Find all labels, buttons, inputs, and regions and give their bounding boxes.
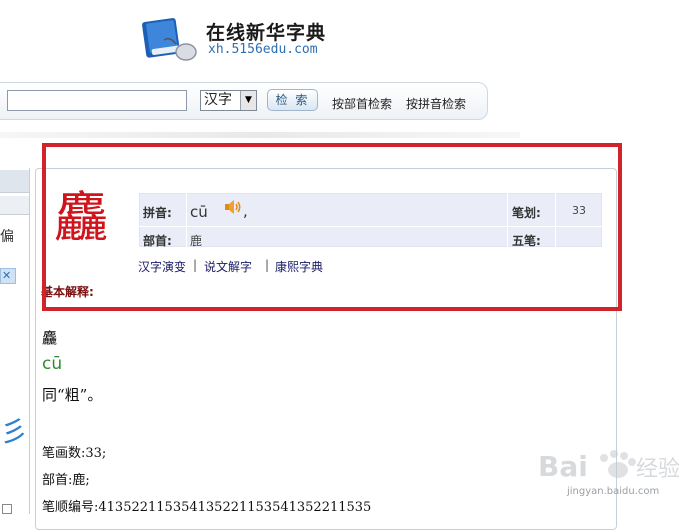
site-url[interactable]: xh.5156edu.com <box>208 42 318 57</box>
dictionary-book-icon <box>142 18 197 61</box>
watermark-url: jingyan.baidu.com <box>567 486 660 497</box>
radical-label: 部首: <box>143 234 172 248</box>
definition-stroke-order: 笔顺编号:413522115354135221153541352211535 <box>42 500 372 515</box>
link-separator: | <box>265 258 270 272</box>
speaker-icon[interactable] <box>224 199 244 215</box>
definition-radical: 部首:鹿; <box>42 473 90 488</box>
pinyin-value: cū <box>190 203 208 221</box>
table-col-divider <box>186 193 187 247</box>
link-kangxi[interactable]: 康熙字典 <box>275 258 323 275</box>
site-title: 在线新华字典 <box>206 22 327 44</box>
pinyin-label: 拼音: <box>143 206 172 220</box>
header-divider <box>0 132 520 138</box>
search-type-selected: 汉字 <box>204 92 232 108</box>
search-type-select[interactable]: 汉字 ▼ <box>200 90 257 111</box>
strokes-label: 笔划: <box>512 206 541 220</box>
link-separator: | <box>193 258 198 272</box>
dashed-divider <box>44 310 604 311</box>
ad-close-icon[interactable]: ✕ <box>0 268 16 284</box>
table-col-divider <box>555 193 556 247</box>
sidebar-tab[interactable] <box>0 196 29 215</box>
entry-character: 麤 <box>54 186 108 249</box>
definition-character: 麤 <box>42 329 58 347</box>
link-character-evolution[interactable]: 汉字演变 <box>138 258 186 275</box>
search-button[interactable]: 检 索 <box>267 89 318 111</box>
sidebar-item-label[interactable]: 偏 <box>0 226 14 246</box>
strokes-value: 33 <box>572 204 586 217</box>
basic-explanation-heading: 基本解释: <box>41 285 94 299</box>
search-by-pinyin-link[interactable]: 按拼音检索 <box>406 95 466 112</box>
definition-meaning: 同“粗”。 <box>42 386 103 404</box>
svg-text:Bai: Bai <box>538 450 588 483</box>
table-col-divider <box>507 193 508 247</box>
wubi-label: 五笔: <box>512 234 541 248</box>
pinyin-separator: , <box>243 202 248 220</box>
sidebar-glyph: 彡 <box>0 415 29 448</box>
svg-text:经验: 经验 <box>636 457 680 482</box>
link-shuowen[interactable]: 说文解字 <box>204 258 252 275</box>
radical-value: 鹿 <box>190 234 203 248</box>
sidebar-tab[interactable] <box>0 170 29 193</box>
chevron-down-icon: ▼ <box>240 91 256 110</box>
definition-pinyin: cū <box>42 354 63 374</box>
definition-stroke-count: 笔画数:33; <box>42 446 107 461</box>
search-input[interactable] <box>7 90 187 111</box>
search-by-radical-link[interactable]: 按部首检索 <box>332 95 392 112</box>
table-row-divider <box>139 226 602 227</box>
sidebar-checkbox[interactable] <box>2 504 12 514</box>
left-sidebar <box>0 168 30 514</box>
